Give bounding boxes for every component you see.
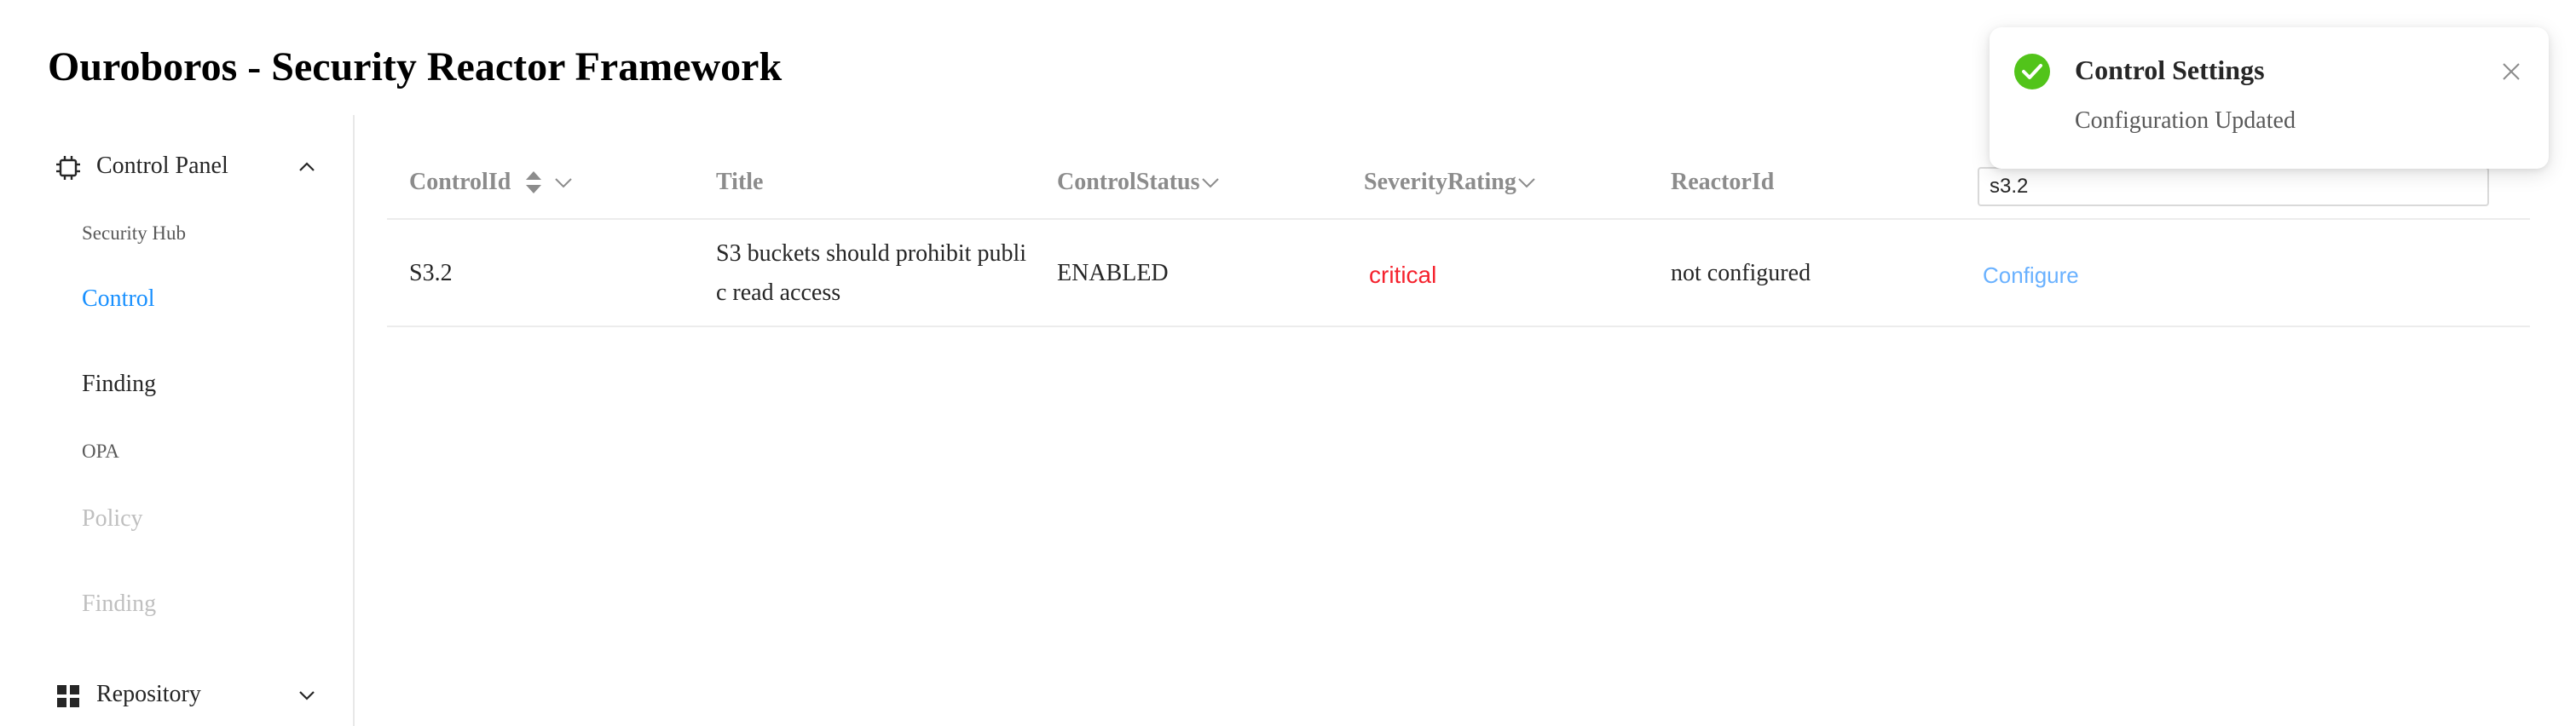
toast-message: Configuration Updated — [2075, 107, 2296, 134]
column-header-title: Title — [716, 169, 763, 196]
sidebar-item-control[interactable]: Control — [82, 285, 155, 313]
search-input[interactable] — [1978, 167, 2489, 206]
column-header-controlstatus[interactable]: ControlStatus — [1057, 169, 1221, 196]
column-label: SeverityRating — [1364, 169, 1516, 195]
column-header-controlid[interactable]: ControlId — [409, 169, 574, 196]
column-label: ControlId — [409, 169, 511, 195]
menu-group-label: Control Panel — [96, 153, 228, 179]
sort-icon[interactable] — [523, 170, 545, 195]
column-header-severityrating[interactable]: SeverityRating — [1364, 169, 1537, 196]
column-header-reactorid: ReactorId — [1671, 169, 1774, 196]
chevron-up-icon — [299, 162, 315, 171]
menu-group-repository[interactable]: Repository — [0, 669, 353, 720]
filter-chevron-icon[interactable] — [1516, 172, 1537, 193]
sidebar-item-opa[interactable]: OPA — [82, 441, 119, 463]
chevron-down-icon — [299, 691, 315, 700]
close-icon[interactable] — [2499, 60, 2523, 84]
configure-link[interactable]: Configure — [1983, 262, 2079, 289]
check-circle-icon — [2014, 54, 2050, 89]
cell-action-wrap: Configure — [1978, 220, 2079, 327]
column-label: Title — [716, 169, 764, 195]
column-label: ReactorId — [1671, 169, 1775, 195]
filter-chevron-icon[interactable] — [1200, 172, 1221, 193]
menu-group-control-panel[interactable]: Control Panel — [0, 141, 353, 192]
cell-control-id: S3.2 — [409, 260, 453, 286]
app-title: Ouroboros - Security Reactor Framework — [48, 44, 783, 89]
cell-reactor-id: not configured — [1671, 260, 1811, 286]
sidebar-item-policy: Policy — [82, 505, 143, 532]
table-row: S3.2 S3 buckets should prohibit public r… — [387, 220, 2530, 327]
toast-title: Control Settings — [2075, 55, 2265, 85]
severity-tag: critical — [1369, 262, 1437, 288]
column-label: ControlStatus — [1057, 169, 1200, 195]
chip-icon — [56, 156, 80, 180]
cell-severity-wrap: critical — [1364, 220, 1436, 327]
sidebar-item-finding-disabled: Finding — [82, 591, 157, 617]
sidebar-item-finding[interactable]: Finding — [82, 371, 156, 398]
cell-title-wrap: S3 buckets should prohibit public read a… — [716, 220, 1031, 327]
notification-toast: Control Settings Configuration Updated — [1990, 27, 2549, 169]
grid-icon — [57, 685, 79, 707]
filter-chevron-icon[interactable] — [553, 172, 574, 193]
cell-status: ENABLED — [1057, 260, 1169, 286]
cell-title: S3 buckets should prohibit public read a… — [716, 240, 1026, 306]
menu-group-label: Repository — [96, 681, 201, 707]
sidebar-item-security-hub[interactable]: Security Hub — [82, 222, 186, 245]
sidebar: Control Panel Security Hub Control Findi… — [0, 115, 355, 726]
